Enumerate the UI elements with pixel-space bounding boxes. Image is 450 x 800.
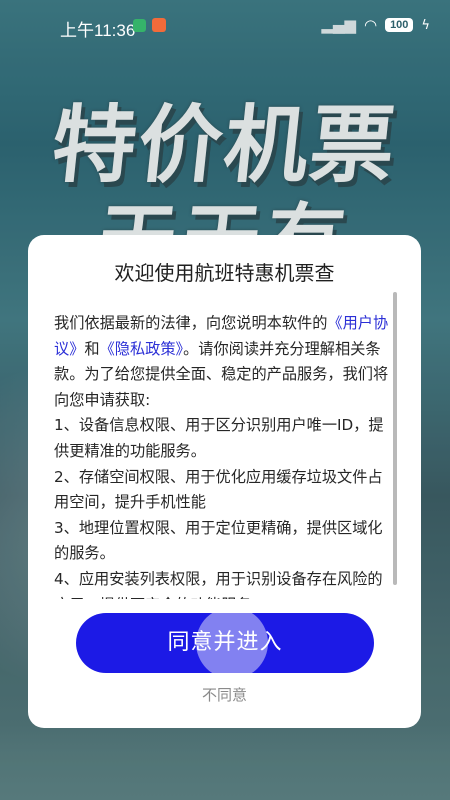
app-notification-icon — [152, 18, 166, 32]
disagree-button[interactable]: 不同意 — [28, 684, 421, 705]
app-notification-icon — [133, 19, 146, 32]
permission-item: 2、存储空间权限、用于优化应用缓存垃圾文件占用空间，提升手机性能 — [54, 467, 383, 512]
battery-icon: 100 — [385, 18, 414, 32]
status-icons: ▂▄▆ ◠ 100 ϟ — [321, 16, 430, 34]
charging-icon: ϟ — [421, 17, 430, 33]
permission-item: 3、地理位置权限、用于定位更精确，提供区域化的服务。 — [54, 518, 383, 563]
status-bar: 上午11:36 ▂▄▆ ◠ 100 ϟ — [0, 0, 450, 50]
wifi-icon: ◠ — [363, 16, 378, 34]
permission-item: 4、应用安装列表权限，用于识别设备存在风险的应用，提供更安全的功能服务。 — [54, 569, 383, 599]
dialog-title: 欢迎使用航班特惠机票查 — [114, 261, 335, 285]
agree-button-label: 同意并进入 — [167, 630, 283, 655]
dialog-body[interactable]: 我们依据最新的法律，向您说明本软件的《用户协议》和《隐私政策》。请你阅读并充分理… — [54, 311, 390, 599]
signal-icon: ▂▄▆ — [321, 16, 356, 34]
and-text: 和 — [84, 339, 100, 358]
agree-button[interactable]: 同意并进入 — [76, 613, 374, 673]
permission-item: 1、设备信息权限、用于区分识别用户唯一ID，提供更精准的功能服务。 — [54, 416, 384, 460]
privacy-consent-dialog: 欢迎使用航班特惠机票查 我们依据最新的法律，向您说明本软件的《用户协议》和《隐私… — [28, 235, 421, 728]
scrollbar[interactable] — [393, 292, 397, 622]
intro-paragraph: 我们依据最新的法律，向您说明本软件的《用户协议》和《隐私政策》。请你阅读并充分理… — [54, 311, 390, 413]
privacy-policy-link[interactable]: 《隐私政策》 — [100, 340, 184, 358]
intro-text: 我们依据最新的法律，向您说明本软件的 — [54, 314, 328, 332]
status-time: 上午11:36 — [60, 21, 136, 40]
scrollbar-thumb[interactable] — [393, 292, 397, 585]
